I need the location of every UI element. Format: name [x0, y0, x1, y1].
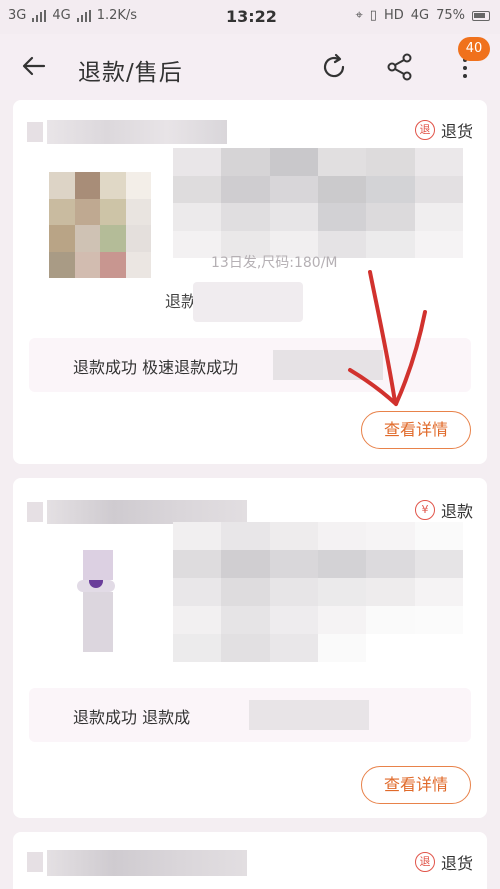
- clock: 13:22: [226, 7, 277, 26]
- shop-name-blurred: [27, 850, 247, 876]
- notification-badge: 40: [458, 37, 490, 61]
- blurred-region: [193, 282, 303, 322]
- view-details-button[interactable]: 查看详情: [361, 766, 471, 804]
- product-image[interactable]: [49, 172, 151, 278]
- network-right-label: 4G: [410, 8, 430, 23]
- network-speed: 1.2K/s: [96, 8, 138, 23]
- product-title-blurred: [173, 148, 463, 258]
- product-spec-text: 13日发,尺码:180/M: [211, 255, 338, 271]
- blurred-region: [273, 350, 383, 380]
- share-button[interactable]: [384, 51, 416, 83]
- status-tag: ¥ 退款: [414, 498, 473, 522]
- hd-label: HD: [383, 8, 404, 23]
- status-label: 退货: [440, 122, 473, 141]
- refund-card: 退 退货: [13, 832, 487, 889]
- refund-status-box[interactable]: 退款成功 退款成: [29, 688, 471, 742]
- back-button[interactable]: [20, 52, 52, 84]
- back-arrow-icon: [22, 56, 46, 76]
- signal-icon: [76, 9, 91, 22]
- battery-icon: [472, 10, 490, 21]
- signal-icon: [32, 9, 47, 22]
- view-details-button[interactable]: 查看详情: [361, 411, 471, 449]
- network-4g-label: 4G: [52, 8, 71, 23]
- blurred-region: [249, 700, 369, 730]
- app-header: 退款/售后 40: [0, 34, 500, 100]
- refund-yuan-icon: ¥: [414, 500, 435, 520]
- return-tag-icon: 退: [414, 852, 435, 872]
- status-tag: 退 退货: [414, 118, 473, 142]
- product-image[interactable]: [63, 550, 143, 660]
- shop-name-blurred: [27, 120, 227, 144]
- vibrate-icon: ▯: [369, 8, 377, 23]
- shop-name-blurred: [27, 498, 247, 524]
- return-tag-icon: 退: [414, 120, 435, 140]
- page-title: 退款/售后: [78, 60, 183, 86]
- status-bar: 3G 4G 1.2K/s 13:22 ⌖ ▯ HD 4G 75%: [0, 0, 500, 34]
- refund-status-box[interactable]: 退款成功 极速退款成功: [29, 338, 471, 392]
- battery-percent: 75%: [436, 8, 465, 23]
- refresh-icon: [323, 53, 345, 78]
- refund-card: 退 退货 13日发,尺码:180/M 退款 退款成功 极速退款成功 查看详情: [13, 100, 487, 464]
- status-label: 退款: [440, 502, 473, 521]
- status-label: 退货: [440, 854, 473, 873]
- refresh-button[interactable]: [318, 51, 350, 83]
- share-icon: [387, 53, 412, 81]
- status-tag: 退 退货: [414, 850, 473, 874]
- product-title-blurred: [173, 522, 463, 662]
- refund-card: ¥ 退款 退款成功 退款成 查看详情: [13, 478, 487, 818]
- location-icon: ⌖: [355, 8, 363, 23]
- network-3g-label: 3G: [8, 8, 27, 23]
- refund-status-text: 退款成功 极速退款成功: [73, 358, 239, 377]
- refund-status-text: 退款成功 退款成: [73, 708, 191, 727]
